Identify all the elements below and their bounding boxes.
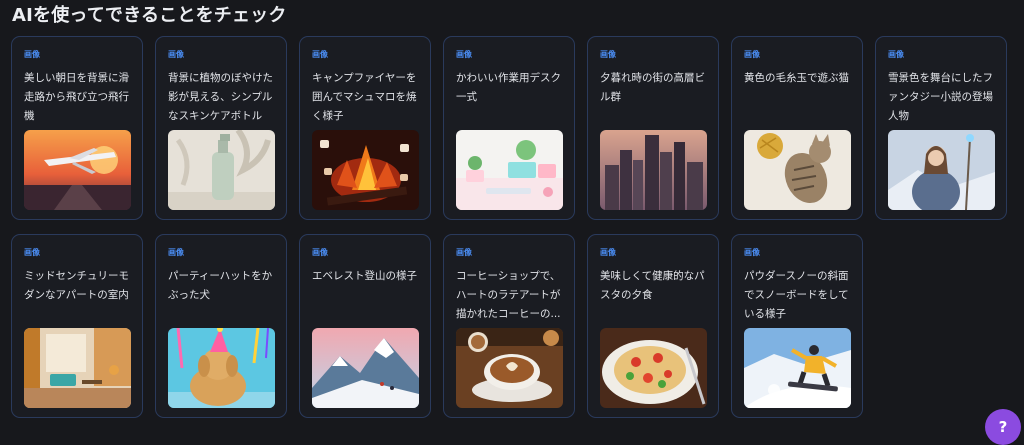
card-type-tag: 画像 — [312, 248, 328, 257]
card-title: 夕暮れ時の街の高層ビル群 — [600, 72, 705, 103]
cat-yarn-image — [744, 130, 851, 210]
card-type-tag: 画像 — [600, 248, 616, 257]
example-card[interactable]: 画像 コーヒーショップで、ハートのラテアートが描かれたコーヒーの... — [443, 234, 575, 418]
example-card[interactable]: 画像 美しい朝日を背景に滑走路から飛び立つ飛行機 — [11, 36, 143, 220]
page-title: AIを使ってできることをチェック — [12, 5, 287, 26]
card-type-tag: 画像 — [744, 50, 760, 59]
party-dog-image — [168, 328, 275, 408]
card-type-tag: 画像 — [24, 50, 40, 59]
card-type-tag: 画像 — [744, 248, 760, 257]
card-title: かわいい作業用デスク一式 — [456, 72, 561, 103]
example-card[interactable]: 画像 パーティーハットをかぶった犬 — [155, 234, 287, 418]
card-title: 美味しくて健康的なパスタの夕食 — [600, 270, 705, 301]
card-title: パウダースノーの斜面でスノーボードをしている様子 — [744, 270, 849, 320]
card-type-tag: 画像 — [888, 50, 904, 59]
snowboard-image — [744, 328, 851, 408]
card-title: ミッドセンチュリーモダンなアパートの室内 — [24, 270, 129, 301]
card-title: エベレスト登山の様子 — [312, 270, 417, 282]
card-type-tag: 画像 — [312, 50, 328, 59]
latte-art-image — [456, 328, 563, 408]
example-card[interactable]: 画像 黄色の毛糸玉で遊ぶ猫 — [731, 36, 863, 220]
card-title: 美しい朝日を背景に滑走路から飛び立つ飛行機 — [24, 72, 129, 122]
card-type-tag: 画像 — [168, 50, 184, 59]
example-card[interactable]: 画像 ミッドセンチュリーモダンなアパートの室内 — [11, 234, 143, 418]
card-type-tag: 画像 — [456, 248, 472, 257]
fantasy-character-image — [888, 130, 995, 210]
example-card[interactable]: 画像 美味しくて健康的なパスタの夕食 — [587, 234, 719, 418]
example-card[interactable]: 画像 エベレスト登山の様子 — [299, 234, 431, 418]
airplane-sunrise-image — [24, 130, 131, 210]
example-card[interactable]: 画像 かわいい作業用デスク一式 — [443, 36, 575, 220]
pasta-dinner-image — [600, 328, 707, 408]
card-title: 黄色の毛糸玉で遊ぶ猫 — [744, 72, 849, 84]
card-title: パーティーハットをかぶった犬 — [168, 270, 273, 301]
help-button[interactable]: ? — [985, 409, 1021, 445]
example-card[interactable]: 画像 背景に植物のぼやけた影が見える、シンプルなスキンケアボトル — [155, 36, 287, 220]
card-type-tag: 画像 — [456, 50, 472, 59]
card-title: 背景に植物のぼやけた影が見える、シンプルなスキンケアボトル — [168, 72, 273, 122]
example-card[interactable]: 画像 夕暮れ時の街の高層ビル群 — [587, 36, 719, 220]
example-card[interactable]: 画像 パウダースノーの斜面でスノーボードをしている様子 — [731, 234, 863, 418]
card-title: 雪景色を舞台にしたファンタジー小説の登場人物 — [888, 72, 993, 122]
skincare-bottle-image — [168, 130, 275, 210]
example-card[interactable]: 画像 キャンプファイヤーを囲んでマシュマロを焼く様子 — [299, 36, 431, 220]
card-type-tag: 画像 — [168, 248, 184, 257]
card-title: コーヒーショップで、ハートのラテアートが描かれたコーヒーの... — [456, 270, 561, 320]
card-type-tag: 画像 — [24, 248, 40, 257]
everest-climb-image — [312, 328, 419, 408]
card-title: キャンプファイヤーを囲んでマシュマロを焼く様子 — [312, 72, 417, 122]
cute-desk-image — [456, 130, 563, 210]
midcentury-room-image — [24, 328, 131, 408]
campfire-marshmallow-image — [312, 130, 419, 210]
city-skyscrapers-image — [600, 130, 707, 210]
card-type-tag: 画像 — [600, 50, 616, 59]
example-card[interactable]: 画像 雪景色を舞台にしたファンタジー小説の登場人物 — [875, 36, 1007, 220]
